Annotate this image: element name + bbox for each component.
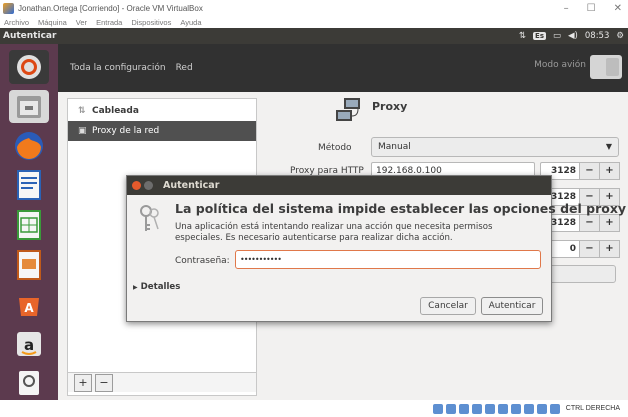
add-connection-button[interactable]: +: [74, 373, 92, 392]
menu-dispositivos[interactable]: Dispositivos: [131, 18, 171, 27]
port-increment-button[interactable]: +: [600, 240, 620, 258]
proxy-icon: ▣: [78, 126, 87, 136]
minimize-icon[interactable]: –: [564, 3, 569, 14]
mouse-integration-icon[interactable]: [536, 403, 547, 414]
svg-text:A: A: [24, 301, 34, 315]
host-key-label: CTRL DERECHA: [565, 405, 620, 412]
dialog-message: Una aplicación está intentando realizar …: [175, 222, 493, 243]
audio-icon[interactable]: [458, 403, 469, 414]
details-expander[interactable]: ▶ Detalles: [133, 282, 180, 292]
wired-network-icon: ⇅: [78, 106, 86, 116]
launcher-settings-icon[interactable]: [9, 50, 49, 84]
network-icon[interactable]: ⇅: [519, 31, 526, 41]
cancel-button[interactable]: Cancelar: [420, 297, 476, 315]
unity-launcher: A a: [0, 44, 58, 400]
volume-icon[interactable]: ◀): [568, 31, 578, 41]
remove-connection-button[interactable]: −: [95, 373, 113, 392]
dialog-heading: La política del sistema impide establece…: [175, 201, 627, 216]
minimize-icon[interactable]: [144, 181, 153, 190]
launcher-help-icon[interactable]: [9, 367, 49, 401]
sidebar-item-label: Proxy de la red: [92, 126, 160, 136]
password-field[interactable]: •••••••••••: [235, 250, 541, 269]
settings-header: Toda la configuración Red Modo avión: [58, 44, 628, 92]
password-label: Contraseña:: [175, 256, 230, 266]
socks-port-stepper: 0 − +: [540, 240, 622, 258]
vbox-menubar: Archivo Máquina Ver Entrada Dispositivos…: [0, 16, 628, 28]
launcher-amazon-icon[interactable]: a: [9, 327, 49, 361]
dialog-titlebar: Autenticar: [127, 176, 551, 195]
optical-drive-icon[interactable]: [445, 403, 456, 414]
method-select[interactable]: Manual ▼: [371, 137, 619, 157]
usb-icon[interactable]: [484, 403, 495, 414]
port-increment-button[interactable]: +: [600, 162, 620, 180]
vbox-window-title: Jonathan.Ortega [Corriendo] - Oracle VM …: [18, 3, 203, 13]
port-decrement-button[interactable]: −: [580, 162, 600, 180]
sidebar-item-proxy[interactable]: ▣ Proxy de la red: [68, 121, 256, 141]
launcher-files-icon[interactable]: [9, 89, 49, 124]
airplane-mode-toggle[interactable]: [590, 55, 622, 79]
launcher-impress-icon[interactable]: [9, 248, 49, 282]
menu-ayuda[interactable]: Ayuda: [180, 18, 201, 27]
proxy-computer-icon: [334, 96, 364, 126]
close-icon[interactable]: ✕: [614, 3, 622, 14]
launcher-software-icon[interactable]: A: [9, 287, 49, 321]
proxy-title: Proxy: [372, 100, 408, 113]
launcher-calc-icon[interactable]: [9, 208, 49, 242]
display-icon[interactable]: [510, 403, 521, 414]
shared-folders-icon[interactable]: [497, 403, 508, 414]
hard-disk-icon[interactable]: [432, 403, 443, 414]
panel-indicators: ⇅ Es ▭ ◀) 08:53 ⚙: [519, 28, 624, 44]
ubuntu-top-panel: Autenticar ⇅ Es ▭ ◀) 08:53 ⚙: [0, 28, 628, 44]
panel-app-name: Autenticar: [3, 31, 57, 41]
dialog-title: Autenticar: [163, 180, 220, 191]
chevron-down-icon: ▼: [605, 142, 612, 151]
launcher-writer-icon[interactable]: [9, 169, 49, 203]
airplane-mode-label: Modo avión: [534, 60, 586, 70]
all-settings-button[interactable]: Toda la configuración: [70, 63, 166, 73]
network-adapter-icon[interactable]: [471, 403, 482, 414]
battery-icon[interactable]: ▭: [553, 31, 561, 41]
keys-icon: [137, 203, 163, 235]
authenticate-button[interactable]: Autenticar: [481, 297, 543, 315]
virtualbox-icon: [3, 2, 14, 14]
svg-text:a: a: [24, 336, 34, 354]
method-label: Método: [318, 143, 352, 153]
vbox-titlebar: Jonathan.Ortega [Corriendo] - Oracle VM …: [0, 0, 628, 16]
panel-clock[interactable]: 08:53: [585, 31, 610, 41]
keyboard-layout-icon[interactable]: Es: [533, 32, 546, 40]
sidebar-item-wired[interactable]: ⇅ Cableada: [68, 101, 256, 121]
port-increment-button[interactable]: +: [600, 214, 620, 232]
details-label: Detalles: [140, 282, 181, 292]
maximize-icon[interactable]: ☐: [587, 3, 596, 14]
window-controls: – ☐ ✕: [564, 0, 622, 16]
network-breadcrumb: Red: [175, 63, 193, 73]
port-decrement-button[interactable]: −: [580, 214, 600, 232]
port-decrement-button[interactable]: −: [580, 240, 600, 258]
ftp-port-stepper: 3128 − +: [540, 214, 622, 232]
close-icon[interactable]: [132, 181, 141, 190]
method-value: Manual: [378, 142, 411, 152]
menu-archivo[interactable]: Archivo: [4, 18, 29, 27]
video-capture-icon[interactable]: [523, 403, 534, 414]
power-icon[interactable]: ⚙: [616, 31, 624, 41]
menu-maquina[interactable]: Máquina: [38, 18, 67, 27]
menu-entrada[interactable]: Entrada: [96, 18, 122, 27]
menu-ver[interactable]: Ver: [76, 18, 87, 27]
sidebar-item-label: Cableada: [92, 106, 139, 116]
host-key-icon[interactable]: [549, 403, 560, 414]
launcher-firefox-icon[interactable]: [9, 129, 49, 163]
http-port-stepper: 3128 − +: [540, 162, 622, 180]
auth-dialog: Autenticar La política del sistema impid…: [126, 175, 626, 322]
expander-arrow-icon: ▶: [133, 284, 138, 291]
vbox-statusbar: CTRL DERECHA: [0, 400, 628, 417]
sidebar-toolbar: + −: [68, 372, 256, 392]
